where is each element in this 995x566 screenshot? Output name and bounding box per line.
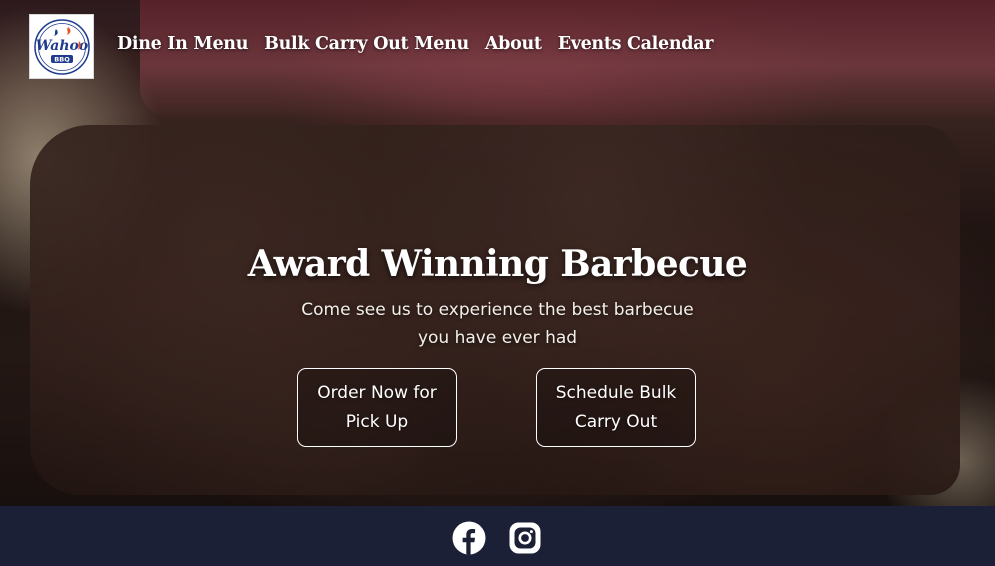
nav-dine-in-menu[interactable]: Dine In Menu [117, 34, 248, 54]
hero-content: Award Winning Barbecue Come see us to ex… [0, 238, 995, 352]
logo-subtext: BBQ [54, 55, 70, 63]
hero-subtitle: Come see us to experience the best barbe… [301, 300, 694, 348]
page: Wahoo BBQ Dine In Menu Bulk Carry Out Me… [0, 0, 995, 566]
logo-image: Wahoo BBQ [33, 18, 90, 75]
instagram-link[interactable] [508, 521, 542, 555]
facebook-icon [452, 521, 486, 555]
nav-events-calendar[interactable]: Events Calendar [558, 34, 714, 54]
logo-link[interactable]: Wahoo BBQ [29, 14, 94, 79]
nav-bulk-carry-out-menu[interactable]: Bulk Carry Out Menu [264, 34, 469, 54]
main-nav: Dine In Menu Bulk Carry Out Menu About E… [117, 34, 713, 54]
hero-title: Award Winning Barbecue [247, 243, 748, 285]
instagram-icon [509, 522, 541, 554]
site-footer [0, 506, 995, 566]
nav-about[interactable]: About [485, 34, 542, 54]
site-header: Wahoo BBQ Dine In Menu Bulk Carry Out Me… [0, 0, 995, 95]
facebook-link[interactable] [452, 521, 486, 555]
order-now-button[interactable]: Order Now for Pick Up [297, 368, 457, 447]
schedule-bulk-carry-out-button[interactable]: Schedule Bulk Carry Out [536, 368, 696, 447]
